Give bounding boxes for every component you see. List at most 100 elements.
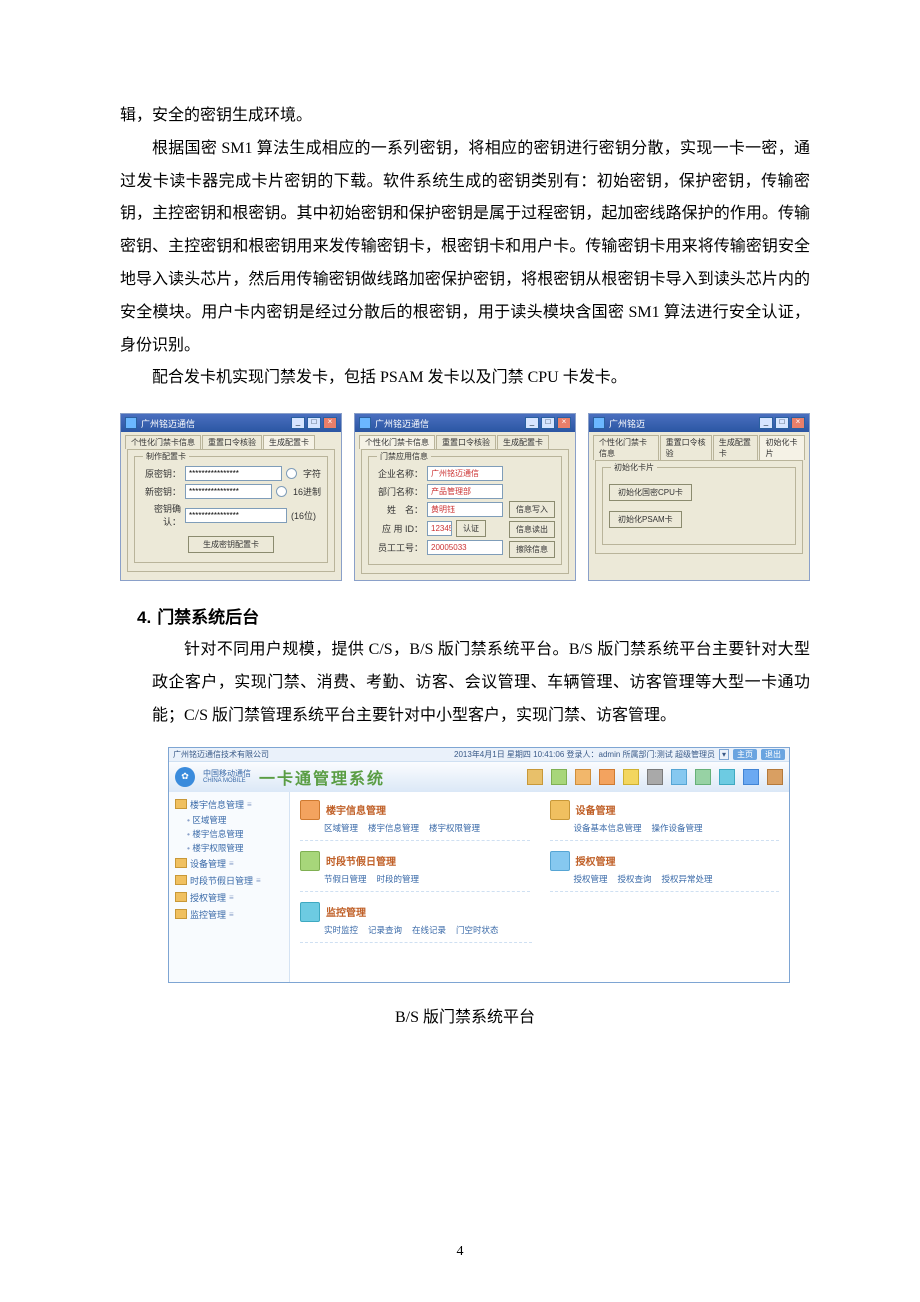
toolbar-icon[interactable] bbox=[767, 769, 783, 785]
tab-card-info[interactable]: 个性化门禁卡信息 bbox=[359, 435, 435, 449]
sidebar-group-building[interactable]: 楼宇信息管理≡ bbox=[169, 796, 289, 813]
toolbar-icon[interactable] bbox=[623, 769, 639, 785]
toolbar-icon[interactable] bbox=[527, 769, 543, 785]
erase-info-button[interactable]: 擦除信息 bbox=[509, 541, 555, 558]
radio-char-label: 字符 bbox=[303, 467, 321, 480]
sidebar-group-device[interactable]: 设备管理≡ bbox=[169, 855, 289, 872]
banner-title: 一卡通管理系统 bbox=[259, 765, 385, 789]
toolbar-icon[interactable] bbox=[671, 769, 687, 785]
tab-card-info[interactable]: 个性化门禁卡信息 bbox=[593, 435, 659, 460]
app-icon bbox=[125, 417, 137, 429]
toolbar-icon[interactable] bbox=[647, 769, 663, 785]
card-link[interactable]: 授权管理 bbox=[574, 873, 608, 885]
init-sm-cpu-button[interactable]: 初始化国密CPU卡 bbox=[609, 484, 692, 501]
tab-reset-pwd[interactable]: 重置口令核验 bbox=[202, 435, 262, 449]
section-4-heading: 4.门禁系统后台 bbox=[120, 603, 810, 628]
tab-gen-config[interactable]: 生成配置卡 bbox=[497, 435, 549, 449]
input-emp-no[interactable]: 20005033 bbox=[427, 540, 503, 555]
card-link[interactable]: 记录查询 bbox=[368, 924, 402, 936]
close-button[interactable]: × bbox=[557, 417, 571, 429]
sidebar-group-monitor[interactable]: 监控管理≡ bbox=[169, 906, 289, 923]
figure-caption: B/S 版门禁系统平台 bbox=[120, 1003, 810, 1027]
tab-card-info[interactable]: 个性化门禁卡信息 bbox=[125, 435, 201, 449]
card-link[interactable]: 授权异常处理 bbox=[662, 873, 713, 885]
window-config-card: 广州铭迈通信 _ □ × 个性化门禁卡信息 重置口令核验 生成配置卡 制作配置卡… bbox=[120, 413, 342, 581]
toolbar-icon[interactable] bbox=[599, 769, 615, 785]
card-link[interactable]: 授权查询 bbox=[618, 873, 652, 885]
card-link[interactable]: 实时监控 bbox=[324, 924, 358, 936]
folder-icon bbox=[175, 909, 187, 919]
tab-gen-config[interactable]: 生成配置卡 bbox=[263, 435, 315, 449]
window-init-card: 广州铭迈 _ □ × 个性化门禁卡信息 重置口令核验 生成配置卡 初始化卡片 初… bbox=[588, 413, 810, 581]
sidebar-group-auth[interactable]: 授权管理≡ bbox=[169, 889, 289, 906]
home-button[interactable]: 主页 bbox=[733, 749, 757, 760]
maximize-button[interactable]: □ bbox=[541, 417, 555, 429]
logout-button[interactable]: 退出 bbox=[761, 749, 785, 760]
tab-gen-config[interactable]: 生成配置卡 bbox=[713, 435, 759, 460]
maximize-button[interactable]: □ bbox=[307, 417, 321, 429]
input-name[interactable]: 黄明钰 bbox=[427, 502, 503, 517]
tab-reset-pwd[interactable]: 重置口令核验 bbox=[660, 435, 712, 460]
card-link[interactable]: 在线记录 bbox=[412, 924, 446, 936]
window-title: 广州铭迈通信 bbox=[141, 417, 291, 430]
group-legend: 初始化卡片 bbox=[611, 462, 657, 473]
sidebar-group-holiday[interactable]: 时段节假日管理≡ bbox=[169, 872, 289, 889]
read-info-button[interactable]: 信息读出 bbox=[509, 521, 555, 538]
sidebar-item[interactable]: 楼宇信息管理 bbox=[169, 827, 289, 841]
card-link[interactable]: 设备基本信息管理 bbox=[574, 822, 642, 834]
card-monitor: 监控管理 实时监控记录查询在线记录门空时状态 bbox=[300, 902, 532, 943]
radio-hex-extra: (16位) bbox=[291, 509, 321, 522]
tab-init-card[interactable]: 初始化卡片 bbox=[759, 435, 805, 460]
folder-icon bbox=[175, 892, 187, 902]
minimize-button[interactable]: _ bbox=[759, 417, 773, 429]
card-link[interactable]: 楼宇信息管理 bbox=[368, 822, 419, 834]
paragraph-1: 辑，安全的密钥生成环境。 bbox=[120, 107, 312, 124]
init-psam-button[interactable]: 初始化PSAM卡 bbox=[609, 511, 682, 528]
card-title: 楼宇信息管理 bbox=[326, 802, 386, 817]
maximize-button[interactable]: □ bbox=[775, 417, 789, 429]
body-text: 辑，安全的密钥生成环境。 根据国密 SM1 算法生成相应的一系列密钥，将相应的密… bbox=[120, 100, 810, 395]
banner-toolbar bbox=[393, 769, 783, 785]
card-device: 设备管理 设备基本信息管理操作设备管理 bbox=[550, 800, 780, 841]
radio-hex[interactable] bbox=[276, 486, 287, 497]
card-link[interactable]: 操作设备管理 bbox=[652, 822, 703, 834]
write-info-button[interactable]: 信息写入 bbox=[509, 501, 555, 518]
toolbar-icon[interactable] bbox=[719, 769, 735, 785]
web-topbar: 广州铭迈通信技术有限公司 2013年4月1日 星期四 10:41:06 登录人：… bbox=[169, 748, 789, 762]
minimize-button[interactable]: _ bbox=[291, 417, 305, 429]
web-screenshot: 广州铭迈通信技术有限公司 2013年4月1日 星期四 10:41:06 登录人：… bbox=[168, 747, 790, 983]
minimize-button[interactable]: _ bbox=[525, 417, 539, 429]
toolbar-icon[interactable] bbox=[551, 769, 567, 785]
sidebar-item[interactable]: 区域管理 bbox=[169, 813, 289, 827]
radio-char[interactable] bbox=[286, 468, 297, 479]
input-old-key[interactable]: **************** bbox=[185, 466, 282, 481]
input-confirm-key[interactable]: **************** bbox=[185, 508, 287, 523]
generate-config-card-button[interactable]: 生成密钥配置卡 bbox=[188, 536, 274, 553]
card-title: 监控管理 bbox=[326, 904, 366, 919]
label-new-key: 新密钥： bbox=[141, 485, 181, 498]
toolbar-icon[interactable] bbox=[575, 769, 591, 785]
close-button[interactable]: × bbox=[323, 417, 337, 429]
topbar-company: 广州铭迈通信技术有限公司 bbox=[173, 749, 450, 760]
card-link[interactable]: 节假日管理 bbox=[324, 873, 367, 885]
paragraph-3: 配合发卡机实现门禁发卡，包括 PSAM 发卡以及门禁 CPU 卡发卡。 bbox=[120, 362, 810, 395]
verify-button[interactable]: 认证 bbox=[456, 520, 486, 537]
input-app-id[interactable]: 123456 bbox=[427, 521, 452, 536]
input-new-key[interactable]: **************** bbox=[185, 484, 272, 499]
tab-reset-pwd[interactable]: 重置口令核验 bbox=[436, 435, 496, 449]
close-button[interactable]: × bbox=[791, 417, 805, 429]
input-dept[interactable]: 产品管理部 bbox=[427, 484, 503, 499]
card-link[interactable]: 区域管理 bbox=[324, 822, 358, 834]
label-app-id: 应 用 ID： bbox=[375, 522, 423, 535]
input-company[interactable]: 广州铭迈通信 bbox=[427, 466, 503, 481]
card-link[interactable]: 楼宇权限管理 bbox=[429, 822, 480, 834]
toolbar-icon[interactable] bbox=[695, 769, 711, 785]
app-icon bbox=[593, 417, 605, 429]
card-icon bbox=[550, 851, 570, 871]
toolbar-icon[interactable] bbox=[743, 769, 759, 785]
card-link[interactable]: 时段的管理 bbox=[377, 873, 420, 885]
card-link[interactable]: 门空时状态 bbox=[456, 924, 499, 936]
sidebar-item[interactable]: 楼宇权限管理 bbox=[169, 841, 289, 855]
card-holiday: 时段节假日管理 节假日管理时段的管理 bbox=[300, 851, 530, 892]
topbar-role-dropdown[interactable]: ▾ bbox=[719, 749, 729, 760]
